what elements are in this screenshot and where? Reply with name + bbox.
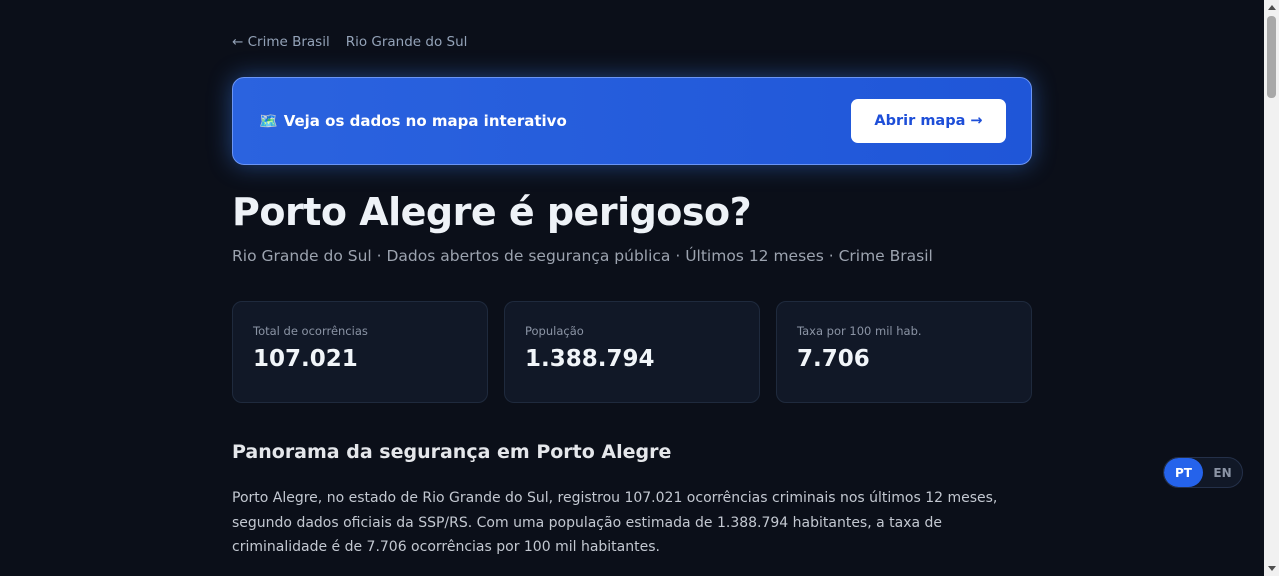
language-option-pt[interactable]: PT — [1164, 458, 1203, 487]
stats-row: Total de ocorrências 107.021 População 1… — [232, 301, 1032, 403]
language-toggle: PT EN — [1163, 457, 1243, 488]
page: ← Crime Brasil Rio Grande do Sul 🗺️ Veja… — [0, 0, 1279, 576]
stat-value: 7.706 — [797, 346, 870, 372]
language-option-en[interactable]: EN — [1203, 458, 1242, 487]
stat-label: Total de ocorrências — [253, 324, 368, 338]
scroll-up-arrow-icon[interactable] — [1264, 0, 1279, 15]
stat-value: 107.021 — [253, 346, 358, 372]
stat-card-total: Total de ocorrências 107.021 — [232, 301, 488, 403]
scroll-down-arrow-icon[interactable] — [1264, 561, 1279, 576]
stat-card-population: População 1.388.794 — [504, 301, 760, 403]
scrollbar-thumb[interactable] — [1267, 16, 1276, 98]
page-subtitle: Rio Grande do Sul · Dados abertos de seg… — [232, 247, 933, 265]
breadcrumb-current[interactable]: Rio Grande do Sul — [346, 34, 468, 50]
section-paragraph: Porto Alegre, no estado de Rio Grande do… — [232, 490, 998, 555]
section-title: Panorama da segurança em Porto Alegre — [232, 441, 672, 463]
map-banner: 🗺️ Veja os dados no mapa interativo Abri… — [232, 77, 1032, 165]
stat-label: População — [525, 324, 584, 338]
map-icon: 🗺️ — [259, 112, 278, 130]
vertical-scrollbar[interactable] — [1264, 0, 1279, 576]
page-title: Porto Alegre é perigoso? — [232, 190, 752, 234]
stat-card-rate: Taxa por 100 mil hab. 7.706 — [776, 301, 1032, 403]
breadcrumb: ← Crime Brasil Rio Grande do Sul — [232, 34, 467, 50]
open-map-button[interactable]: Abrir mapa → — [851, 99, 1006, 143]
breadcrumb-back-link[interactable]: ← Crime Brasil — [232, 34, 330, 50]
banner-text-group: 🗺️ Veja os dados no mapa interativo — [259, 112, 567, 130]
banner-text: Veja os dados no mapa interativo — [283, 112, 567, 130]
stat-label: Taxa por 100 mil hab. — [797, 324, 922, 338]
stat-value: 1.388.794 — [525, 346, 655, 372]
